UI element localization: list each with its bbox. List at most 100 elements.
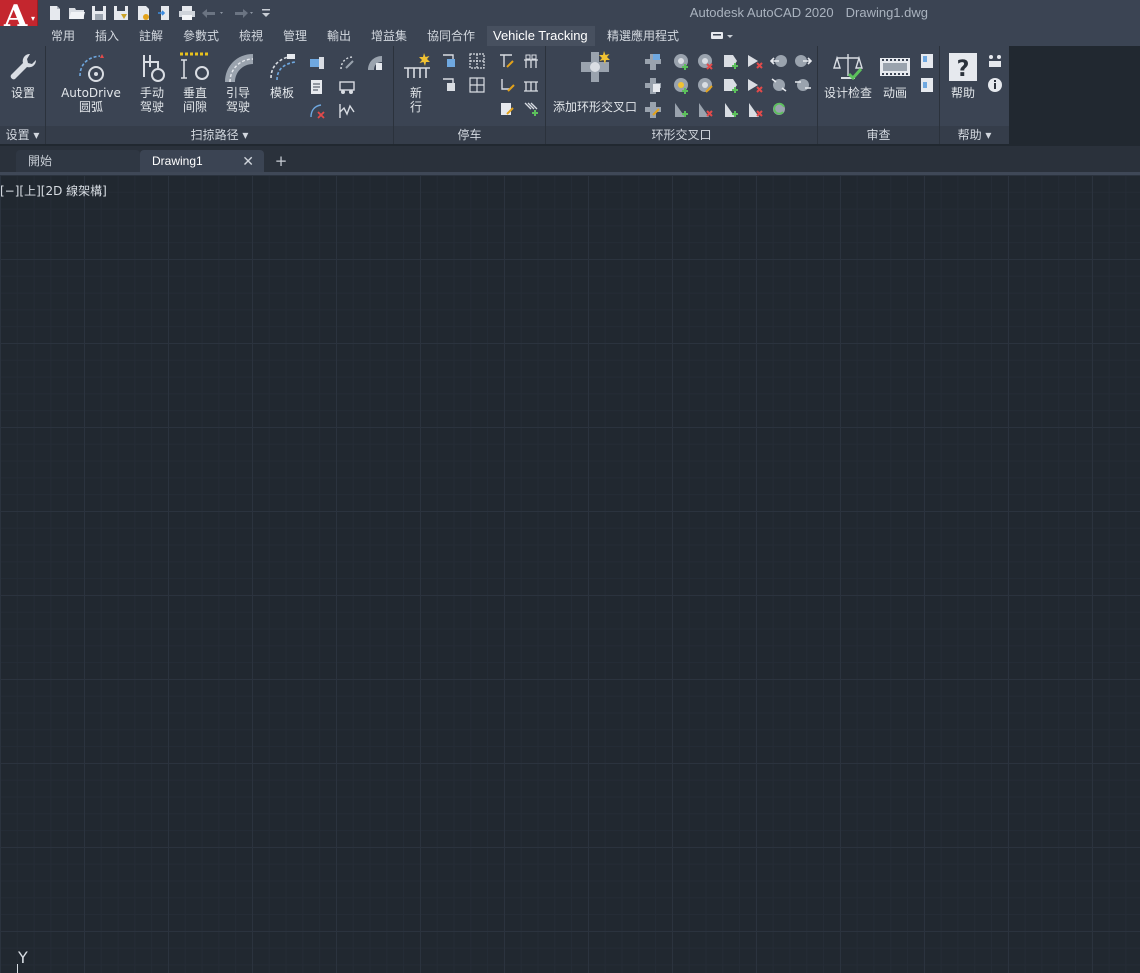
ucs-icon — [17, 964, 18, 973]
roundabout-sign-add-icon[interactable] — [672, 100, 690, 118]
tab-insert[interactable]: 插入 — [89, 26, 125, 46]
settings-button[interactable]: 设置 — [6, 50, 40, 100]
autodrive-arc-icon — [79, 54, 104, 82]
viewport-controls[interactable]: [−][上][2D 線架構] — [0, 182, 107, 199]
roundabout-exit-left-icon[interactable] — [770, 52, 788, 70]
tab-drawing1[interactable]: Drawing1 ✕ — [140, 150, 264, 172]
tab-output[interactable]: 輸出 — [321, 26, 357, 46]
svg-text:?: ? — [957, 57, 970, 82]
tab-home[interactable]: 常用 — [45, 26, 81, 46]
roundabout-kerb-delete-icon[interactable] — [746, 100, 764, 118]
ribbon-minimize-icon[interactable] — [708, 28, 736, 44]
plot-icon[interactable] — [176, 4, 198, 22]
panel-parking-title[interactable]: 停车 — [394, 126, 545, 144]
roundabout-refresh-icon[interactable] — [770, 100, 788, 118]
roundabout-sign-delete-icon[interactable] — [696, 100, 714, 118]
parking-island-icon[interactable] — [522, 52, 540, 70]
tab-start[interactable]: 開始 — [16, 150, 140, 172]
tab-manage[interactable]: 管理 — [277, 26, 313, 46]
export-icon[interactable] — [154, 4, 176, 22]
roundabout-crossing-delete-alt-icon[interactable] — [746, 76, 764, 94]
vertical-clearance-button[interactable]: 垂直 间隙 — [174, 50, 216, 114]
film-strip-icon — [880, 58, 910, 76]
undo-icon[interactable] — [198, 4, 228, 22]
new-icon[interactable] — [44, 4, 66, 22]
help-tutorial-icon[interactable] — [986, 52, 1004, 70]
title-bar: A ▾ Autodesk AutoCAD 2020 Drawing1.dwg — [0, 0, 1140, 38]
parking-row-edit-icon[interactable] — [440, 76, 458, 94]
template-button[interactable]: 模板 — [262, 50, 302, 100]
roundabout-report-icon[interactable] — [644, 76, 662, 94]
panel-swept-path-title[interactable]: 扫掠路径 ▾ — [46, 126, 393, 144]
vehicle-profile-icon[interactable] — [338, 78, 356, 96]
panel-roundabout-title[interactable]: 环形交叉口 — [546, 126, 817, 144]
close-icon[interactable]: ✕ — [242, 150, 254, 172]
road-report-icon[interactable] — [366, 54, 384, 72]
tab-annotate[interactable]: 註解 — [133, 26, 169, 46]
parking-aisle-icon[interactable] — [522, 76, 540, 94]
drawing-canvas[interactable] — [0, 175, 1140, 973]
add-tab-button[interactable]: + — [272, 152, 290, 170]
review-report-icon[interactable] — [918, 52, 936, 70]
save-icon[interactable] — [88, 4, 110, 22]
roundabout-crossing-add-alt-icon[interactable] — [722, 76, 740, 94]
design-check-label: 设计检查 — [823, 86, 872, 100]
parking-stall-edit-icon[interactable] — [498, 52, 516, 70]
clearance-label-2: 间隙 — [182, 100, 207, 114]
roundabout-crossing-add-icon[interactable] — [722, 52, 740, 70]
vehicle-library-icon[interactable] — [308, 54, 326, 72]
parking-report-icon[interactable] — [498, 100, 516, 118]
panel-review: 设计检查 动画 审查 — [818, 46, 940, 144]
edit-path-icon[interactable] — [338, 54, 356, 72]
roundabout-island-add-icon[interactable] — [672, 52, 690, 70]
delete-path-icon[interactable] — [308, 102, 326, 120]
save-as-icon[interactable] — [110, 4, 132, 22]
animation-button[interactable]: 动画 — [876, 50, 914, 100]
manual-drive-button[interactable]: 手动 驾驶 — [132, 50, 172, 114]
open-icon[interactable] — [66, 4, 88, 22]
roundabout-rotate-icon[interactable] — [770, 76, 788, 94]
roundabout-arm-add-icon[interactable] — [644, 52, 662, 70]
autodrive-arc-button[interactable]: AutoDrive 圆弧 — [56, 50, 126, 114]
help-button[interactable]: ? 帮助 — [946, 50, 980, 100]
manual-label-2: 驾驶 — [139, 100, 164, 114]
roundabout-swap-icon[interactable] — [794, 76, 812, 94]
parking-bay-add-icon[interactable] — [440, 52, 458, 70]
parking-add-bay-icon[interactable] — [522, 100, 540, 118]
roundabout-exit-right-icon[interactable] — [794, 52, 812, 70]
info-icon[interactable] — [986, 76, 1004, 94]
tab-collaborate[interactable]: 協同合作 — [421, 26, 481, 46]
tab-parametric[interactable]: 參數式 — [177, 26, 225, 46]
parking-angle-icon[interactable] — [498, 76, 516, 94]
tab-addins[interactable]: 增益集 — [365, 26, 413, 46]
guided-drive-button[interactable]: 引导 驾驶 — [218, 50, 258, 114]
roundabout-island-delete-icon[interactable] — [696, 52, 714, 70]
customize-icon[interactable] — [258, 4, 274, 22]
path-profile-icon[interactable] — [338, 102, 356, 120]
vehicle-report-icon[interactable] — [308, 78, 326, 96]
new-row-button[interactable]: 新 行 — [400, 50, 432, 114]
tab-featured-apps[interactable]: 精選應用程式 — [601, 26, 685, 46]
panel-review-title[interactable]: 审查 — [818, 126, 939, 144]
panel-help-title[interactable]: 帮助 ▾ — [940, 126, 1009, 144]
design-check-button[interactable]: 设计检查 — [822, 50, 874, 100]
roundabout-edit-icon[interactable] — [644, 100, 662, 118]
parking-grid-icon[interactable] — [468, 52, 486, 70]
autodrive-label: AutoDrive — [61, 86, 121, 100]
add-roundabout-button[interactable]: 添加环形交叉口 — [550, 50, 640, 114]
document-tab-bar: 開始 Drawing1 ✕ + — [0, 146, 1140, 172]
tab-vehicle-tracking[interactable]: Vehicle Tracking — [487, 26, 595, 46]
tab-view[interactable]: 檢視 — [233, 26, 269, 46]
roundabout-kerb-add-icon[interactable] — [722, 100, 740, 118]
roundabout-marking-edit-icon[interactable] — [696, 76, 714, 94]
review-check-report-icon[interactable] — [918, 76, 936, 94]
roundabout-marking-add-icon[interactable] — [672, 76, 690, 94]
publish-icon[interactable] — [132, 4, 154, 22]
help-question-icon: ? — [949, 53, 977, 82]
parking-grid-alt-icon[interactable] — [468, 76, 486, 94]
panel-settings-title[interactable]: 设置 ▾ — [0, 126, 45, 144]
redo-icon[interactable] — [228, 4, 258, 22]
roundabout-crossing-delete-icon[interactable] — [746, 52, 764, 70]
dropdown-arrow-icon: ▾ — [30, 14, 35, 23]
settings-label: 设置 — [10, 86, 35, 100]
